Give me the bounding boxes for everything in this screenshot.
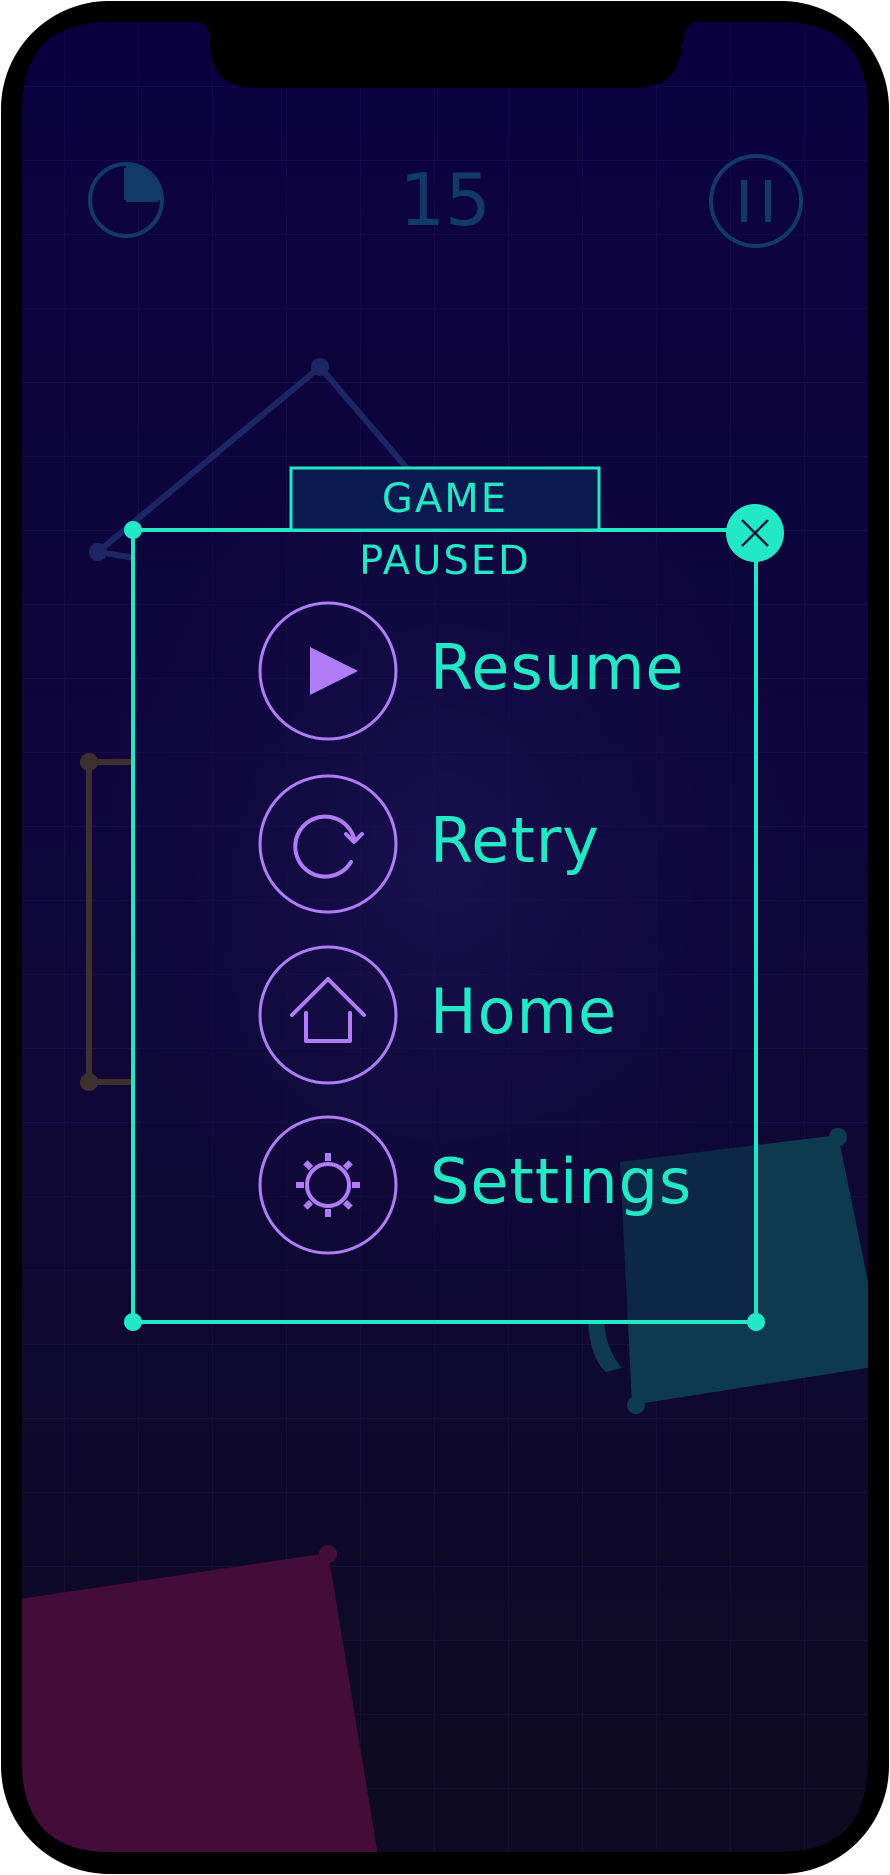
gear-icon (258, 1115, 398, 1255)
clock-pie-icon (88, 162, 164, 238)
settings-label: Settings (430, 1145, 693, 1218)
play-icon (258, 601, 398, 741)
score-counter: 15 (399, 158, 491, 242)
game-scene (1, 1, 889, 1874)
timer-indicator (86, 160, 166, 240)
resume-button[interactable]: Resume (258, 601, 684, 741)
resume-label: Resume (430, 631, 685, 704)
settings-button[interactable]: Settings (258, 1115, 691, 1255)
bg-magenta-block (22, 1545, 382, 1852)
home-label: Home (430, 975, 618, 1048)
pause-button[interactable] (708, 153, 804, 249)
home-button[interactable]: Home (258, 945, 678, 1085)
retry-label: Retry (430, 804, 600, 877)
retry-button[interactable]: Retry (258, 774, 678, 914)
close-button[interactable] (726, 504, 784, 562)
phone-frame: 15 GAME PAUSED Resume Retry Home Setting… (0, 0, 890, 1875)
home-icon (258, 945, 398, 1085)
pause-icon (709, 154, 803, 248)
retry-icon (258, 774, 398, 914)
close-icon (726, 504, 784, 562)
pause-title: GAME PAUSED (359, 476, 531, 584)
